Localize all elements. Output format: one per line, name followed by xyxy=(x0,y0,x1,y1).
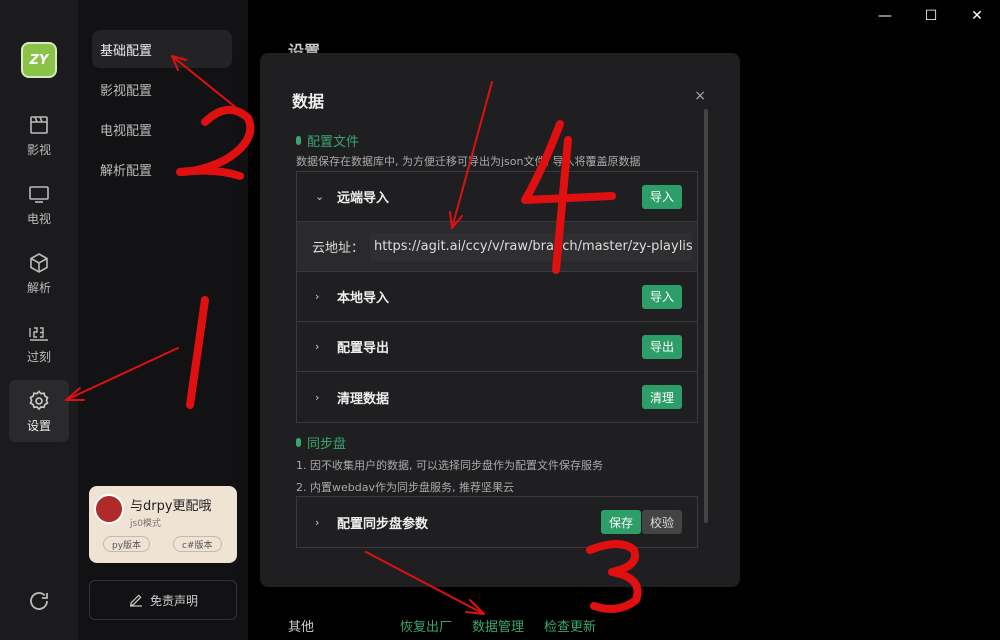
pen-icon xyxy=(129,594,142,607)
chevron-right-icon: › xyxy=(315,340,320,353)
factory-reset-link[interactable]: 恢复出厂 xyxy=(400,616,452,635)
tv-icon xyxy=(29,185,49,203)
gear-icon xyxy=(29,389,49,410)
sync-save-button[interactable]: 保存 xyxy=(600,510,641,534)
rail-label: 过刻 xyxy=(26,349,51,364)
promo-card[interactable]: 与drpy更配哦 js0模式 py版本 c#版本 xyxy=(89,486,237,563)
minimize-button[interactable]: — xyxy=(862,0,908,32)
remote-import-row[interactable]: ⌄ 远端导入 导入 xyxy=(297,172,697,222)
dialog-title: 数据 xyxy=(292,92,325,111)
clear-data-row[interactable]: › 清理数据 清理 xyxy=(297,372,697,422)
subnav-item-tv[interactable]: 电视配置 xyxy=(92,110,232,148)
sync-params-row[interactable]: › 配置同步盘参数 保存 校验 xyxy=(297,497,697,547)
subnav-item-basic[interactable]: 基础配置 xyxy=(92,30,232,68)
rail-item-settings[interactable]: 设置 xyxy=(9,380,69,442)
close-window-button[interactable]: ✕ xyxy=(954,0,1000,32)
section-marker xyxy=(296,438,301,447)
local-import-label: 本地导入 xyxy=(337,291,390,306)
chevron-right-icon: › xyxy=(315,515,320,529)
config-export-button[interactable]: 导出 xyxy=(641,334,682,359)
sync-heading-text: 同步盘 xyxy=(307,437,347,452)
local-import-button[interactable]: 导入 xyxy=(641,284,682,309)
disclaimer-label: 免责声明 xyxy=(149,593,198,608)
config-export-row[interactable]: › 配置导出 导出 xyxy=(297,322,697,372)
maximize-button[interactable]: ☐ xyxy=(908,0,954,32)
data-dialog: 数据 × 配置文件 数据保存在数据库中, 为方便迁移可导出为json文件, 导入… xyxy=(260,53,740,587)
data-management-link[interactable]: 数据管理 xyxy=(472,616,524,635)
sync-description-2: 2. 内置webdav作为同步盘服务, 推荐坚果云 xyxy=(296,481,514,494)
close-icon[interactable]: × xyxy=(694,88,706,104)
sync-description-1: 1. 因不收集用户的数据, 可以选择同步盘作为配置文件保存服务 xyxy=(296,459,603,472)
promo-title: 与drpy更配哦 xyxy=(130,499,212,514)
window-controls: — ☐ ✕ xyxy=(862,0,1000,32)
promo-subtitle: js0模式 xyxy=(130,519,161,529)
rail-label: 解析 xyxy=(26,280,51,295)
config-section-heading: 配置文件 xyxy=(296,131,359,150)
cube-icon xyxy=(30,252,48,273)
config-description: 数据保存在数据库中, 为方便迁移可导出为json文件, 导入将覆盖原数据 xyxy=(296,155,641,168)
promo-tag-cs[interactable]: c#版本 xyxy=(173,536,222,552)
config-heading-text: 配置文件 xyxy=(307,135,360,150)
film-icon xyxy=(30,115,48,134)
app-logo: ZY xyxy=(21,42,57,78)
remote-url-row: 云地址： xyxy=(297,222,697,272)
clear-data-label: 清理数据 xyxy=(337,391,390,407)
check-update-link[interactable]: 检查更新 xyxy=(544,616,596,635)
promo-tag-py[interactable]: py版本 xyxy=(103,536,151,552)
remote-url-input[interactable] xyxy=(370,232,693,261)
scrollbar[interactable] xyxy=(704,109,708,523)
rail-label: 设置 xyxy=(26,418,51,433)
icon-rail: ZY 影视 电视 解析 过刻 设置 xyxy=(0,0,78,640)
promo-logo xyxy=(94,494,124,524)
rail-item-filter[interactable]: 过刻 xyxy=(9,311,69,373)
config-export-label: 配置导出 xyxy=(337,341,390,356)
remote-import-label: 远端导入 xyxy=(337,191,390,206)
sync-section-heading: 同步盘 xyxy=(296,433,346,452)
settings-subnav: 基础配置 影视配置 电视配置 解析配置 与drpy更配哦 js0模式 py版本 … xyxy=(78,0,248,640)
disclaimer-button[interactable]: 免责声明 xyxy=(89,580,237,620)
chevron-down-icon: ⌄ xyxy=(315,190,325,203)
local-import-row[interactable]: › 本地导入 导入 xyxy=(297,272,697,322)
chevron-right-icon: › xyxy=(315,390,320,404)
clear-data-button[interactable]: 清理 xyxy=(641,385,682,409)
refresh-icon[interactable] xyxy=(27,589,51,613)
sync-params-label: 配置同步盘参数 xyxy=(337,516,429,532)
url-label: 云地址： xyxy=(312,241,365,256)
rail-item-film[interactable]: 影视 xyxy=(9,104,69,166)
chevron-right-icon: › xyxy=(315,290,320,303)
rail-item-tv[interactable]: 电视 xyxy=(9,173,69,235)
section-marker xyxy=(296,136,301,145)
sync-verify-button[interactable]: 校验 xyxy=(641,510,682,534)
subnav-item-parse[interactable]: 解析配置 xyxy=(92,150,232,188)
remote-import-button[interactable]: 导入 xyxy=(641,184,682,209)
rail-label: 影视 xyxy=(26,142,51,157)
sync-accordion: › 配置同步盘参数 保存 校验 xyxy=(296,496,698,548)
rail-label: 电视 xyxy=(26,211,51,226)
footer-label: 其他 xyxy=(288,620,315,635)
config-accordion: ⌄ 远端导入 导入 云地址： › 本地导入 导入 › 配置导出 导出 › 清理数… xyxy=(296,171,698,423)
subnav-item-film[interactable]: 影视配置 xyxy=(92,70,232,108)
rail-item-parse[interactable]: 解析 xyxy=(9,242,69,304)
numbers-icon xyxy=(29,326,48,341)
